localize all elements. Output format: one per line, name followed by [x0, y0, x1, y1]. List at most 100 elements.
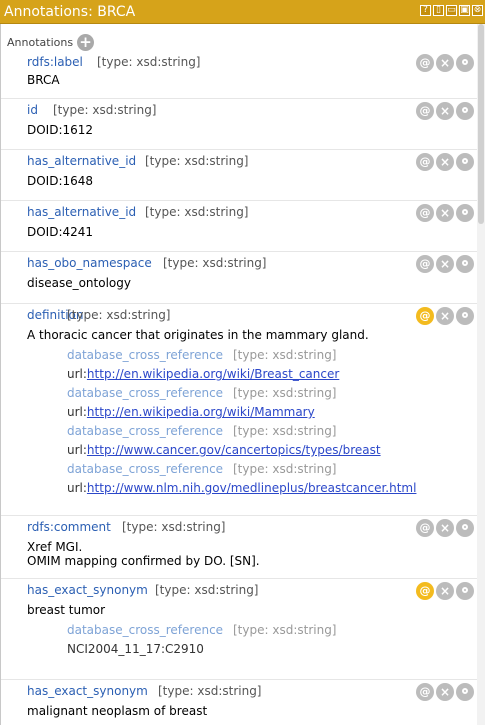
delete-icon[interactable]: × [436, 204, 454, 222]
external-link[interactable]: http://en.wikipedia.org/wiki/Breast_canc… [87, 367, 339, 381]
sub-annotation-type: [type: xsd:string] [233, 462, 337, 476]
row-actions: @ × [416, 683, 474, 701]
annotation-type: [type: xsd:string] [97, 55, 201, 69]
annotate-icon[interactable]: @ [416, 519, 434, 537]
scrollbar-thumb[interactable] [478, 24, 484, 224]
close-icon[interactable]: ⊗ [472, 5, 483, 16]
sub-annotation-value: url:http://www.cancer.gov/cancertopics/t… [67, 443, 381, 457]
annotation-value: DOID:1648 [27, 174, 94, 188]
sub-annotation-type: [type: xsd:string] [233, 348, 337, 362]
row-actions: @ × [416, 204, 474, 222]
sub-annotation-type: [type: xsd:string] [233, 623, 337, 637]
annotation-value: breast tumor [27, 603, 106, 617]
annotation-property[interactable]: has_exact_synonym [27, 583, 148, 597]
edit-icon[interactable] [456, 153, 474, 171]
float-icon[interactable]: ▯ [433, 5, 444, 16]
annotate-icon[interactable]: @ [416, 255, 434, 273]
edit-icon[interactable] [456, 519, 474, 537]
annotation-value: malignant neoplasm of breast [27, 704, 208, 718]
annotation-type: [type: xsd:string] [158, 684, 262, 698]
annotation-row: definition [type: xsd:string] A thoracic c… [1, 304, 478, 516]
delete-icon[interactable]: × [436, 54, 454, 72]
annotation-value: DOID:1612 [27, 123, 94, 137]
url-prefix: url: [67, 443, 87, 457]
annotation-property[interactable]: has_exact_synonym [27, 684, 148, 698]
annotate-icon[interactable]: @ [416, 153, 434, 171]
annotation-value: OMIM mapping confirmed by DO. [SN]. [27, 554, 260, 568]
annotation-type: [type: xsd:string] [155, 583, 259, 597]
edit-icon[interactable] [456, 204, 474, 222]
url-prefix: url: [67, 367, 87, 381]
sub-annotation-property[interactable]: database_cross_reference [67, 424, 223, 438]
annotate-icon[interactable]: @ [416, 54, 434, 72]
annotation-type: [type: xsd:string] [145, 154, 249, 168]
annotation-property[interactable]: has_obo_namespace [27, 256, 152, 270]
edit-icon[interactable] [456, 54, 474, 72]
annotation-value: DOID:4241 [27, 225, 94, 239]
minimize-icon[interactable]: ▭ [446, 5, 457, 16]
annotation-value: Xref MGI. [27, 540, 83, 554]
annotations-header: Annotations + [7, 32, 95, 52]
annotate-icon[interactable]: @ [416, 683, 434, 701]
external-link[interactable]: http://www.nlm.nih.gov/medlineplus/breas… [87, 481, 417, 495]
delete-icon[interactable]: × [436, 102, 454, 120]
edit-icon[interactable] [456, 582, 474, 600]
annotation-property[interactable]: id [27, 103, 38, 117]
sub-annotation-property[interactable]: database_cross_reference [67, 462, 223, 476]
external-link[interactable]: http://www.cancer.gov/cancertopics/types… [87, 443, 381, 457]
edit-icon[interactable] [456, 255, 474, 273]
help-icon[interactable]: ? [420, 5, 431, 16]
delete-icon[interactable]: × [436, 582, 454, 600]
row-actions: @ × [416, 54, 474, 72]
annotation-row: has_exact_synonym [type: xsd:string] malig… [1, 680, 478, 725]
annotation-type: [type: xsd:string] [163, 256, 267, 270]
delete-icon[interactable]: × [436, 255, 454, 273]
sub-annotation-type: [type: xsd:string] [233, 386, 337, 400]
scrollbar[interactable] [477, 24, 485, 725]
annotation-row: has_exact_synonym [type: xsd:string] breas… [1, 579, 478, 680]
sub-annotation-value: url:http://en.wikipedia.org/wiki/Breast_… [67, 367, 339, 381]
sub-annotation-value: url:http://www.nlm.nih.gov/medlineplus/b… [67, 481, 416, 495]
annotate-icon[interactable]: @ [416, 307, 434, 325]
external-link[interactable]: http://en.wikipedia.org/wiki/Mammary [87, 405, 315, 419]
row-actions: @ × [416, 102, 474, 120]
annotation-property[interactable]: has_alternative_id [27, 205, 136, 219]
annotation-row: id [type: xsd:string] DOID:1612 @ × [1, 99, 478, 150]
delete-icon[interactable]: × [436, 519, 454, 537]
annotation-value: BRCA [27, 73, 60, 87]
sub-annotation-type: [type: xsd:string] [233, 424, 337, 438]
delete-icon[interactable]: × [436, 153, 454, 171]
annotate-icon[interactable]: @ [416, 102, 434, 120]
annotate-icon[interactable]: @ [416, 582, 434, 600]
annotation-row: rdfs:comment [type: xsd:string] Xref MGI. O… [1, 516, 478, 579]
annotate-icon[interactable]: @ [416, 204, 434, 222]
sub-annotation-value: url:http://en.wikipedia.org/wiki/Mammary [67, 405, 315, 419]
annotation-property[interactable]: has_alternative_id [27, 154, 136, 168]
row-actions: @ × [416, 519, 474, 537]
delete-icon[interactable]: × [436, 683, 454, 701]
annotation-property[interactable]: rdfs:comment [27, 520, 111, 534]
row-actions: @ × [416, 307, 474, 325]
sub-annotation-property[interactable]: database_cross_reference [67, 348, 223, 362]
annotation-type: [type: xsd:string] [67, 308, 171, 322]
edit-icon[interactable] [456, 102, 474, 120]
annotation-property[interactable]: rdfs:label [27, 55, 83, 69]
add-annotation-button[interactable]: + [77, 33, 95, 51]
annotation-type: [type: xsd:string] [145, 205, 249, 219]
edit-icon[interactable] [456, 683, 474, 701]
sub-annotation-property[interactable]: database_cross_reference [67, 386, 223, 400]
row-actions: @ × [416, 582, 474, 600]
maximize-icon[interactable]: ▣ [459, 5, 470, 16]
annotation-row: rdfs:label [type: xsd:string] BRCA @ × [1, 51, 478, 99]
window-controls: ? ▯ ▭ ▣ ⊗ [420, 5, 483, 16]
url-prefix: NCI2004_11_17:C2910 [67, 642, 204, 656]
url-prefix: url: [67, 405, 87, 419]
annotation-row: has_obo_namespace [type: xsd:string] disea… [1, 252, 478, 304]
row-actions: @ × [416, 153, 474, 171]
delete-icon[interactable]: × [436, 307, 454, 325]
sub-annotation-property[interactable]: database_cross_reference [67, 623, 223, 637]
window-title: Annotations: BRCA [4, 4, 136, 20]
edit-icon[interactable] [456, 307, 474, 325]
annotation-type: [type: xsd:string] [53, 103, 157, 117]
annotations-panel: Annotations + rdfs:label [type: xsd:strin… [0, 24, 485, 725]
